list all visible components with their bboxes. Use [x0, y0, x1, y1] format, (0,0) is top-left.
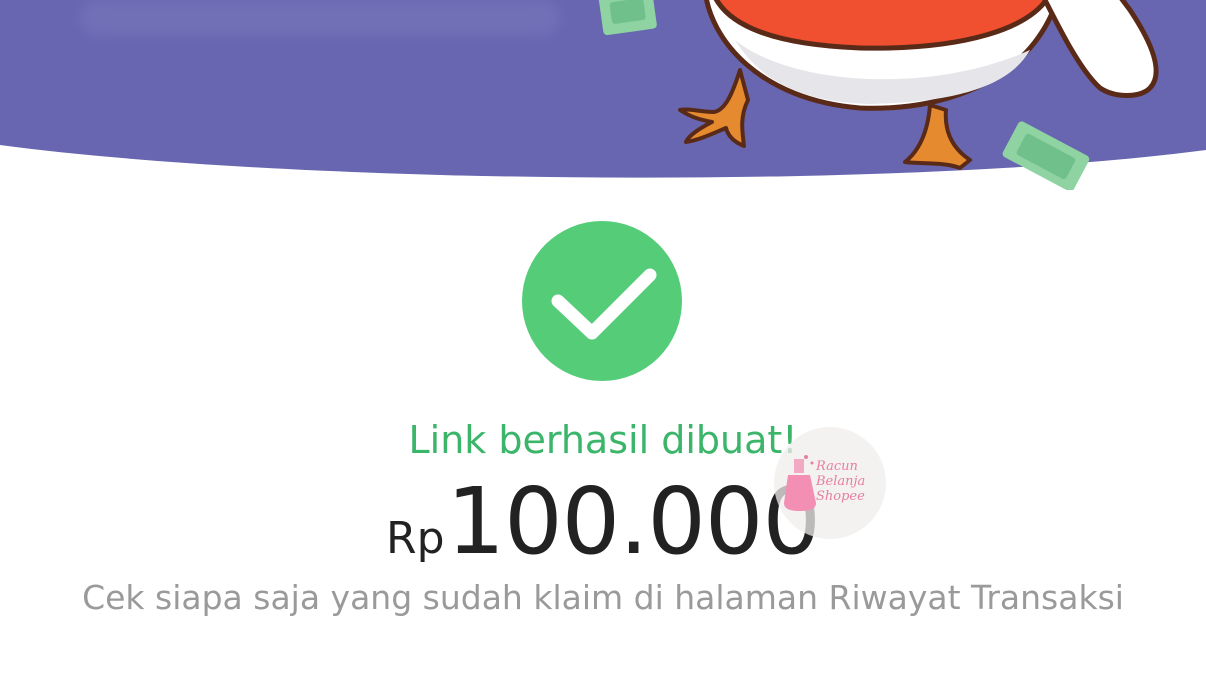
watermark-text: Racun Belanja Shopee — [816, 459, 882, 504]
amount-display: Rp 100.000 — [0, 468, 1206, 575]
success-title: Link berhasil dibuat! — [408, 418, 798, 462]
watermark-line-1: Racun — [816, 459, 858, 474]
amount-value: 100.000 — [446, 468, 821, 575]
transaction-history-hint: Cek siapa saja yang sudah klaim di halam… — [82, 578, 1124, 617]
watermark-logo: Racun Belanja Shopee — [774, 427, 886, 539]
potion-bottle-icon — [784, 455, 816, 511]
success-screen: Link berhasil dibuat! Rp 100.000 Cek sia… — [0, 0, 1206, 678]
watermark-line-3: Shopee — [816, 489, 865, 504]
blurred-banner-text — [80, 0, 560, 36]
watermark-line-2: Belanja — [816, 474, 866, 489]
currency-label: Rp — [386, 513, 445, 564]
checkmark-circle-icon — [522, 221, 682, 381]
